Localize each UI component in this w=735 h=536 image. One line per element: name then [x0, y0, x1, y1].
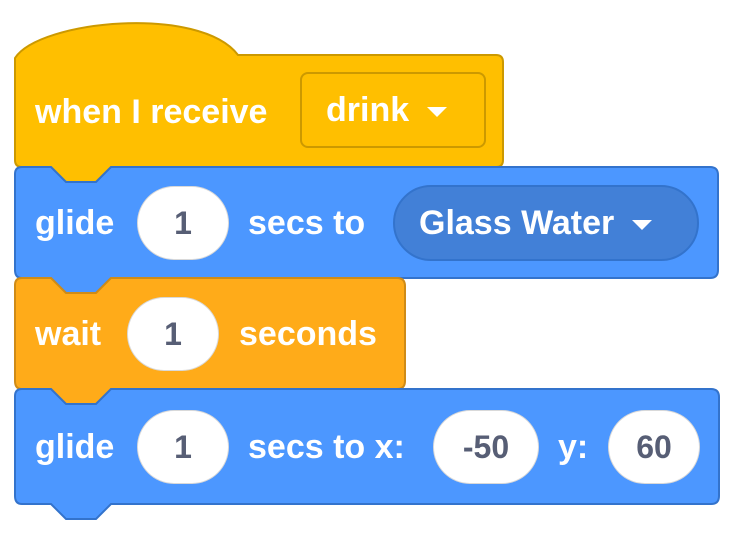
x-value-input[interactable]: -50 [433, 410, 539, 484]
message-dropdown[interactable]: drink [300, 72, 486, 148]
glide-target-dropdown[interactable]: Glass Water [393, 185, 699, 261]
glide-label: glide [35, 204, 115, 242]
y-label: y: [558, 428, 589, 466]
glide-secs-input[interactable]: 1 [137, 186, 229, 260]
scratch-script: when I receive drink glide 1 secs to Gla… [0, 0, 735, 536]
message-dropdown-value: drink [326, 90, 410, 129]
seconds-label: seconds [239, 315, 377, 353]
dropdown-caret-icon [427, 107, 448, 117]
wait-label: wait [35, 315, 102, 353]
y-value-input[interactable]: 60 [608, 410, 700, 484]
when-i-receive-label: when I receive [35, 93, 268, 131]
secs-to-label: secs to [248, 204, 366, 242]
dropdown-caret-icon [632, 220, 653, 230]
glide-label: glide [35, 428, 115, 466]
wait-seconds-input[interactable]: 1 [127, 297, 219, 371]
secs-to-x-label: secs to x: [248, 428, 405, 466]
glide-target-value: Glass Water [419, 203, 615, 242]
glide-xy-secs-input[interactable]: 1 [137, 410, 229, 484]
